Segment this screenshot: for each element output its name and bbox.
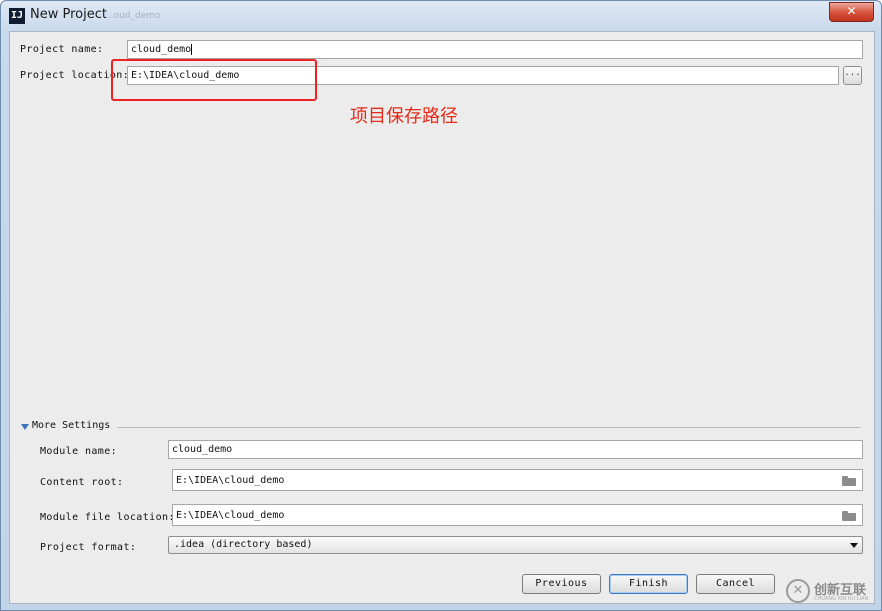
module-name-input[interactable]: cloud_demo: [168, 440, 863, 459]
project-format-value: .idea (directory based): [174, 539, 313, 550]
project-name-label: Project name:: [20, 44, 104, 55]
close-button[interactable]: ✕: [829, 2, 874, 22]
close-icon: ✕: [846, 4, 857, 18]
project-format-label: Project format:: [40, 542, 137, 553]
title-bar[interactable]: IJ New Project ...oud_demo ✕: [1, 1, 881, 31]
folder-icon[interactable]: [842, 476, 856, 486]
window-title-ghost: ...oud_demo: [105, 11, 161, 21]
module-file-location-input[interactable]: E:\IDEA\cloud_demo: [172, 504, 863, 526]
more-settings-divider: [118, 427, 860, 428]
new-project-window: IJ New Project ...oud_demo ✕ Project nam…: [0, 0, 882, 611]
chevron-down-icon: [850, 543, 858, 548]
finish-button[interactable]: Finish: [609, 574, 688, 594]
annotation-highlight-box: [111, 59, 317, 101]
expand-triangle-icon: [21, 424, 29, 430]
watermark-logo: ✕ 创新互联 CHUANG XIN HU LIAN: [784, 575, 880, 607]
module-file-location-label: Module file location:: [40, 512, 175, 523]
folder-icon[interactable]: [842, 511, 856, 521]
content-root-label: Content root:: [40, 477, 124, 488]
logo-icon: ✕: [786, 579, 810, 603]
more-settings-label: More Settings: [32, 420, 111, 431]
logo-subtext: CHUANG XIN HU LIAN: [814, 596, 869, 602]
project-format-select[interactable]: .idea (directory based): [168, 536, 863, 554]
annotation-label: 项目保存路径: [350, 106, 458, 127]
module-name-label: Module name:: [40, 446, 118, 457]
cancel-button[interactable]: Cancel: [696, 574, 775, 594]
previous-button[interactable]: Previous: [522, 574, 601, 594]
app-icon: IJ: [9, 8, 25, 24]
module-name-value: cloud_demo: [172, 444, 233, 455]
project-name-value: cloud_demo: [131, 44, 192, 55]
content-root-value: E:\IDEA\cloud_demo: [176, 475, 285, 486]
window-title: New Project: [30, 7, 107, 22]
content-root-input[interactable]: E:\IDEA\cloud_demo: [172, 469, 863, 491]
module-file-location-value: E:\IDEA\cloud_demo: [176, 510, 285, 521]
browse-location-button[interactable]: ...: [843, 66, 862, 85]
project-name-input[interactable]: cloud_demo: [127, 40, 863, 59]
